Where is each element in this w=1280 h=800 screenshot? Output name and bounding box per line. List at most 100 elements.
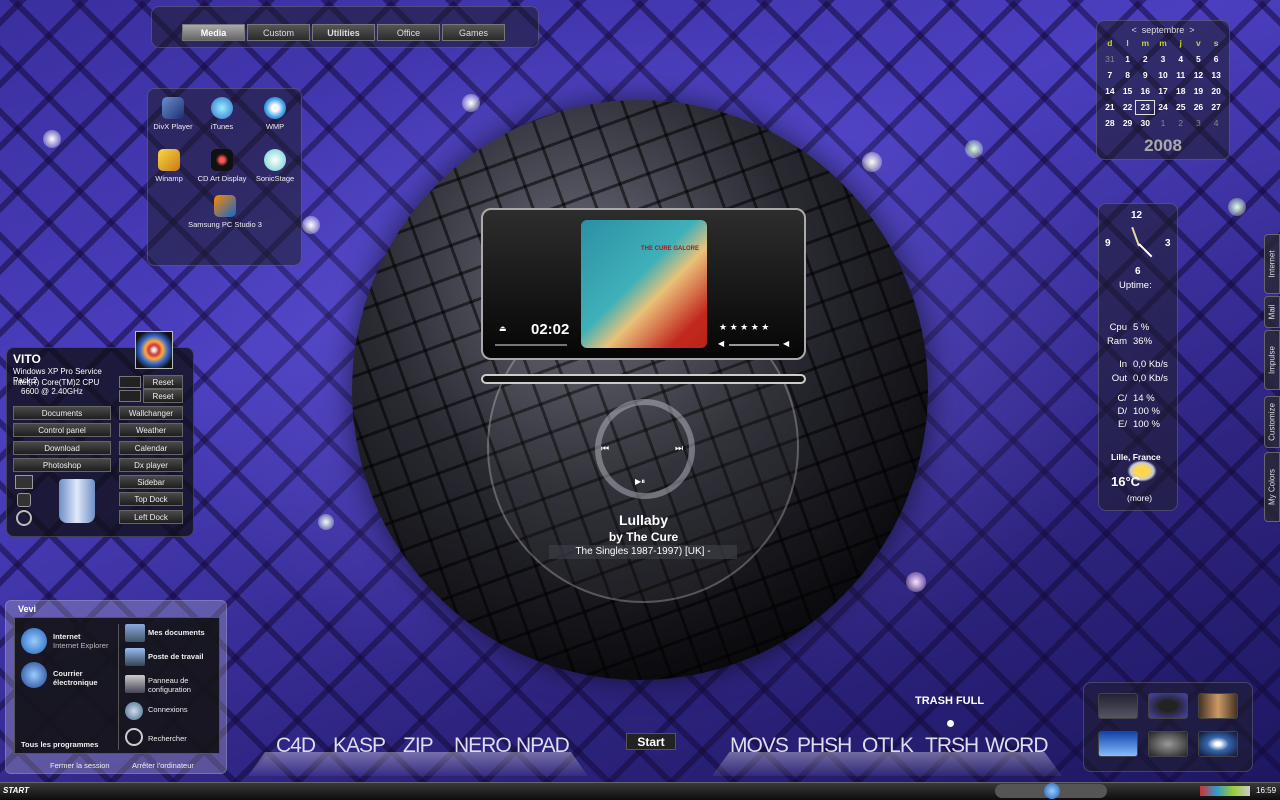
calendar-day[interactable]: 16 (1136, 85, 1154, 98)
calendar-day[interactable]: 6 (1207, 53, 1225, 66)
side-tab-my-colors[interactable]: My Colors (1264, 452, 1280, 522)
dock-movs[interactable]: MOVS (730, 734, 789, 758)
side-tab-internet[interactable]: Internet (1264, 234, 1280, 294)
calendar-day[interactable]: 20 (1207, 85, 1225, 98)
start-button[interactable]: Start (626, 733, 676, 750)
start-mail[interactable]: Courrier (53, 669, 83, 678)
wallpaper-thumb[interactable] (1148, 693, 1188, 719)
monitor-icon[interactable] (15, 475, 33, 489)
connections[interactable]: Connexions (148, 705, 188, 714)
shutdown-button[interactable]: Arrêter l'ordinateur (132, 761, 194, 770)
documents-button[interactable]: Documents (13, 406, 111, 420)
calendar-day[interactable]: 19 (1190, 85, 1208, 98)
wallpaper-thumb[interactable] (1198, 693, 1238, 719)
tab-games[interactable]: Games (442, 24, 505, 41)
calendar-day[interactable]: 8 (1119, 69, 1137, 82)
calendar-day[interactable]: 5 (1190, 53, 1208, 66)
search[interactable]: Rechercher (148, 734, 187, 743)
all-programs[interactable]: Tous les programmes (21, 740, 98, 749)
start-internet[interactable]: Internet (53, 632, 81, 641)
taskbar-start-button[interactable]: START (3, 786, 29, 795)
left-dock-button[interactable]: Left Dock (119, 510, 183, 524)
app-wmp[interactable]: WMP (244, 97, 306, 131)
dock-word[interactable]: WORD (985, 734, 1048, 758)
my-documents[interactable]: Mes documents (148, 628, 205, 637)
wallpaper-thumb[interactable] (1098, 731, 1138, 757)
wallchanger-button[interactable]: Wallchanger (119, 406, 183, 420)
prev-month-button[interactable]: < (1131, 25, 1136, 35)
calendar-day[interactable]: 13 (1207, 69, 1225, 82)
wallpaper-thumb[interactable] (1148, 731, 1188, 757)
sidebar-button[interactable]: Sidebar (119, 475, 183, 489)
dock-phsh[interactable]: PHSH (797, 734, 852, 758)
calendar-day[interactable]: 10 (1154, 69, 1172, 82)
play-pause-icon[interactable]: ▶⏸ (635, 477, 645, 487)
calendar-day[interactable]: 1 (1154, 117, 1172, 130)
calendar-day[interactable]: 4 (1207, 117, 1225, 130)
lock-icon[interactable] (17, 493, 31, 507)
side-tab-customize[interactable]: Customize (1264, 396, 1280, 448)
side-tab-impulse[interactable]: Impulse (1264, 330, 1280, 390)
tab-media[interactable]: Media (182, 24, 245, 41)
dx-player-button[interactable]: Dx player (119, 458, 183, 472)
calendar-day[interactable]: 2 (1136, 53, 1154, 66)
calendar-day[interactable]: 25 (1172, 101, 1190, 114)
position-slider[interactable] (495, 344, 567, 346)
download-button[interactable]: Download (13, 441, 111, 455)
reset-colors-button[interactable]: Reset (143, 389, 183, 403)
calendar-day[interactable]: 21 (1101, 101, 1119, 114)
calendar-day[interactable]: 7 (1101, 69, 1119, 82)
calendar-day[interactable]: 15 (1119, 85, 1137, 98)
calendar-button[interactable]: Calendar (119, 441, 183, 455)
calendar-day[interactable]: 18 (1172, 85, 1190, 98)
calendar-day[interactable]: 31 (1101, 53, 1119, 66)
calendar-day[interactable]: 1 (1119, 53, 1137, 66)
dock-c4d[interactable]: C4D (276, 734, 316, 758)
calendar-day[interactable]: 26 (1190, 101, 1208, 114)
volume-slider[interactable] (729, 344, 779, 346)
photoshop-button[interactable]: Photoshop (13, 458, 111, 472)
calendar-day[interactable]: 4 (1172, 53, 1190, 66)
side-tab-mail[interactable]: Mail (1264, 296, 1280, 328)
workstation[interactable]: Poste de travail (148, 652, 203, 661)
play-icon[interactable] (1044, 783, 1060, 799)
top-dock-button[interactable]: Top Dock (119, 492, 183, 506)
next-month-button[interactable]: > (1189, 25, 1194, 35)
progress-bar[interactable] (481, 374, 806, 384)
calendar-day[interactable]: 12 (1190, 69, 1208, 82)
eject-icon[interactable]: ⏏ (499, 324, 507, 333)
tab-office[interactable]: Office (377, 24, 440, 41)
calendar-day[interactable]: 29 (1119, 117, 1137, 130)
control-panel[interactable]: Panneau de (148, 676, 188, 685)
calendar-day[interactable]: 3 (1190, 117, 1208, 130)
calendar-day[interactable]: 23 (1135, 100, 1156, 115)
calendar-day[interactable]: 28 (1101, 117, 1119, 130)
dock-kasp[interactable]: KASP (333, 734, 386, 758)
dock-zip[interactable]: ZIP (403, 734, 434, 758)
reset-wallpaper-button[interactable]: Reset (143, 375, 183, 389)
calendar-day[interactable]: 30 (1136, 117, 1154, 130)
calendar-day[interactable]: 17 (1154, 85, 1172, 98)
rating-stars[interactable]: ★ ★ ★ ★ ★ (719, 322, 769, 333)
calendar-day[interactable]: 27 (1207, 101, 1225, 114)
calendar-day[interactable]: 9 (1136, 69, 1154, 82)
wallpaper-thumb[interactable] (1098, 693, 1138, 719)
app-sonicstage[interactable]: SonicStage (244, 149, 306, 183)
tab-utilities[interactable]: Utilities (312, 24, 375, 41)
dock-npad[interactable]: NPAD (516, 734, 570, 758)
dock-nero[interactable]: NERO (454, 734, 512, 758)
calendar-day[interactable]: 24 (1154, 101, 1172, 114)
calendar-day[interactable]: 2 (1172, 117, 1190, 130)
tab-custom[interactable]: Custom (247, 24, 310, 41)
calendar-day[interactable]: 11 (1172, 69, 1190, 82)
dock-otlk[interactable]: OTLK (862, 734, 914, 758)
calendar-day[interactable]: 22 (1119, 101, 1137, 114)
weather-more-link[interactable]: (more) (1127, 493, 1152, 503)
calendar-day[interactable]: 14 (1101, 85, 1119, 98)
weather-button[interactable]: Weather (119, 423, 183, 437)
recycle-bin-icon[interactable] (59, 479, 95, 523)
next-icon[interactable]: ⏭ (675, 443, 683, 454)
previous-icon[interactable]: ⏮ (601, 443, 609, 454)
calendar-day[interactable]: 3 (1154, 53, 1172, 66)
wallpaper-thumb[interactable] (1198, 731, 1238, 757)
